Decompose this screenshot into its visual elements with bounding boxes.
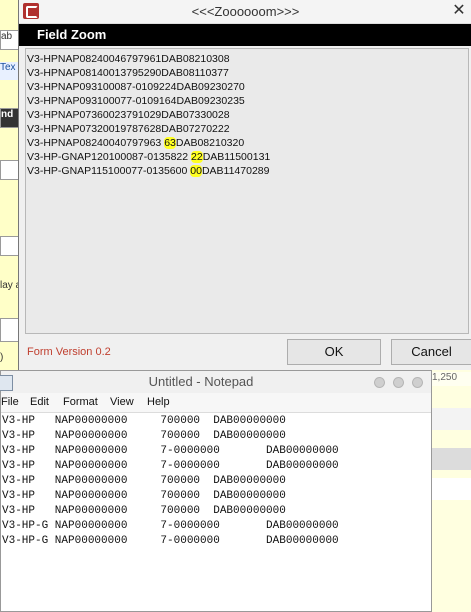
background-app-panel-right: 1,250	[432, 368, 471, 612]
notepad-line: V3-HP NAP00000000 700000 DAB00000000	[2, 505, 286, 517]
zoom-line: V3-HPNAP093100077-0109164DAB09230235	[27, 94, 467, 108]
zoom-line-text: V3-HP-GNAP115100077-0135600	[27, 165, 191, 177]
notepad-titlebar[interactable]: Untitled - Notepad	[0, 371, 431, 393]
zoom-line: V3-HPNAP093100087-0109224DAB09230270	[27, 80, 467, 94]
field-zoom-heading: Field Zoom	[37, 27, 107, 42]
form-version-label: Form Version 0.2	[27, 346, 111, 358]
zoom-line-text: V3-HPNAP093100077-0109164DAB09230235	[27, 95, 245, 107]
ok-button[interactable]: OK	[287, 339, 381, 365]
notepad-line: V3-HP NAP00000000 700000 DAB00000000	[2, 490, 286, 502]
zoom-line-text: V3-HPNAP093100087-0109224DAB09230270	[27, 81, 245, 93]
dialog-titlebar[interactable]: <<<Zoooooom>>> ✕	[19, 0, 471, 24]
zoom-line-text: DAB11470289	[201, 165, 270, 177]
notepad-title: Untitled - Notepad	[148, 374, 254, 389]
zoom-line: V3-HPNAP07360023791029DAB07330028	[27, 108, 467, 122]
close-icon[interactable]: ✕	[450, 2, 468, 20]
zoom-line: V3-HPNAP08240046797961DAB08210308	[27, 52, 467, 66]
notepad-line: V3-HP-G NAP00000000 7-0000000 DAB0000000…	[2, 520, 339, 532]
zoom-line: V3-HP-GNAP120100087-0135822 22DAB1150013…	[27, 150, 467, 164]
zoom-line-text: DAB08210320	[175, 137, 245, 149]
notepad-text-area[interactable]: V3-HP NAP00000000 700000 DAB00000000 V3-H…	[1, 414, 432, 610]
maximize-button[interactable]	[393, 377, 404, 388]
background-row	[432, 478, 471, 500]
minimize-button[interactable]	[374, 377, 385, 388]
zoom-line-text: DAB11500131	[202, 151, 271, 163]
close-button[interactable]	[412, 377, 423, 388]
menu-format[interactable]: Format	[63, 396, 98, 408]
zoom-line-highlight: 00	[190, 165, 202, 177]
zoom-text-area[interactable]: V3-HPNAP08240046797961DAB08210308 V3-HPNA…	[25, 48, 469, 334]
menu-edit[interactable]: Edit	[30, 396, 49, 408]
zoom-line-text: V3-HP-GNAP120100087-0135822	[27, 151, 192, 163]
zoom-line-text: V3-HPNAP08140013795290DAB08110377	[27, 67, 229, 79]
notepad-line: V3-HP NAP00000000 700000 DAB00000000	[2, 430, 286, 442]
notepad-line: V3-HP NAP00000000 700000 DAB00000000	[2, 415, 286, 427]
notepad-line: V3-HP-G NAP00000000 7-0000000 DAB0000000…	[2, 535, 339, 547]
zoom-line-text: V3-HPNAP08240046797961DAB08210308	[27, 53, 230, 65]
zoom-line-text: V3-HPNAP08240040797963	[27, 137, 165, 149]
zoom-line-text: V3-HPNAP07360023791029DAB07330028	[27, 109, 230, 121]
zoom-line-text: V3-HPNAP07320019787628DAB07270222	[27, 123, 230, 135]
zoom-line-highlight: 63	[164, 137, 176, 149]
zoom-line: V3-HP-GNAP115100077-0135600 00DAB1147028…	[27, 164, 467, 178]
notepad-menubar: File Edit Format View Help	[1, 393, 431, 413]
cancel-button[interactable]: Cancel	[391, 339, 471, 365]
background-value: 1,250	[432, 372, 471, 386]
zoom-line: V3-HPNAP07320019787628DAB07270222	[27, 122, 467, 136]
notepad-line: V3-HP NAP00000000 700000 DAB00000000	[2, 475, 286, 487]
menu-view[interactable]: View	[110, 396, 134, 408]
zoom-line-highlight: 22	[191, 151, 203, 163]
menu-file[interactable]: File	[1, 396, 19, 408]
notepad-line: V3-HP NAP00000000 7-0000000 DAB00000000	[2, 460, 339, 472]
notepad-window: Untitled - Notepad File Edit Format View…	[0, 370, 432, 612]
background-row	[432, 408, 471, 430]
zoom-line: V3-HPNAP08240040797963 63DAB08210320	[27, 136, 467, 150]
zoom-line: V3-HPNAP08140013795290DAB08110377	[27, 66, 467, 80]
dialog-title: <<<Zoooooom>>>	[191, 4, 300, 19]
notepad-line: V3-HP NAP00000000 7-0000000 DAB00000000	[2, 445, 339, 457]
menu-help[interactable]: Help	[147, 396, 170, 408]
field-zoom-header: Field Zoom	[19, 24, 471, 46]
field-zoom-dialog: <<<Zoooooom>>> ✕ Field Zoom V3-HPNAP0824…	[18, 0, 471, 370]
background-row	[432, 448, 471, 470]
